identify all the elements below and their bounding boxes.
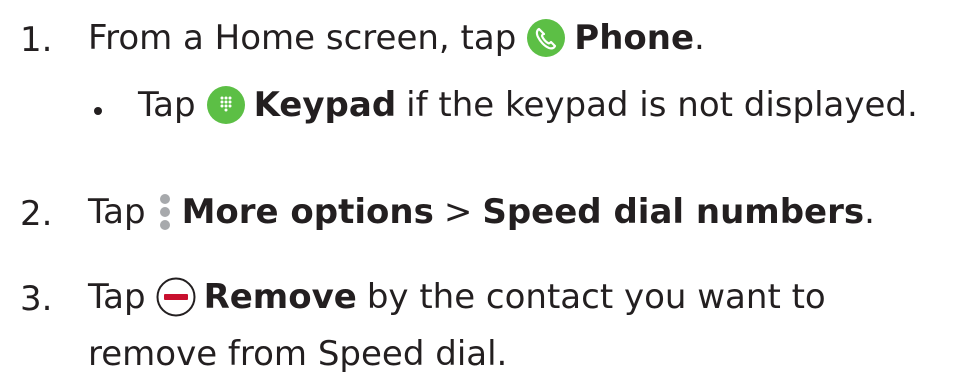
bullet-bold: Keypad	[253, 85, 397, 125]
step-2-bold: More options	[181, 192, 434, 232]
bullet-after: if the keypad is not displayed.	[406, 85, 918, 125]
remove-icon	[156, 277, 196, 317]
bullet-before: Tap	[138, 85, 196, 125]
step-3-line2: remove from Speed dial.	[88, 337, 507, 371]
step-3-after: by the contact you want to	[366, 277, 826, 317]
step-2-number: 2.	[20, 194, 53, 234]
step-2-text: Tap More options > Speed dial numbers .	[88, 192, 875, 232]
step-2-separator: >	[443, 192, 473, 232]
step-2-before: Tap	[88, 192, 146, 232]
step-2-bold2: Speed dial numbers	[482, 192, 865, 232]
more-options-icon	[158, 192, 172, 232]
step-3-number: 3.	[20, 279, 53, 319]
step-1-after: .	[694, 18, 705, 58]
step-1-text: From a Home screen, tap Phone .	[88, 18, 705, 58]
step-2-after: .	[864, 192, 875, 232]
phone-icon	[526, 18, 566, 58]
step-3-text: Tap Remove by the contact you want to	[88, 277, 826, 317]
keypad-icon	[206, 85, 246, 125]
step-3-line2-text: remove from Speed dial.	[88, 334, 508, 374]
bullet-text: Tap Keypad if the keypad is not displaye…	[138, 85, 918, 125]
step-1-before: From a Home screen, tap	[88, 18, 517, 58]
step-1-number: 1.	[20, 20, 53, 60]
step-3-before: Tap	[88, 277, 146, 317]
step-3-bold: Remove	[203, 277, 357, 317]
bullet-dot	[94, 107, 102, 115]
step-1-bold: Phone	[574, 18, 695, 58]
